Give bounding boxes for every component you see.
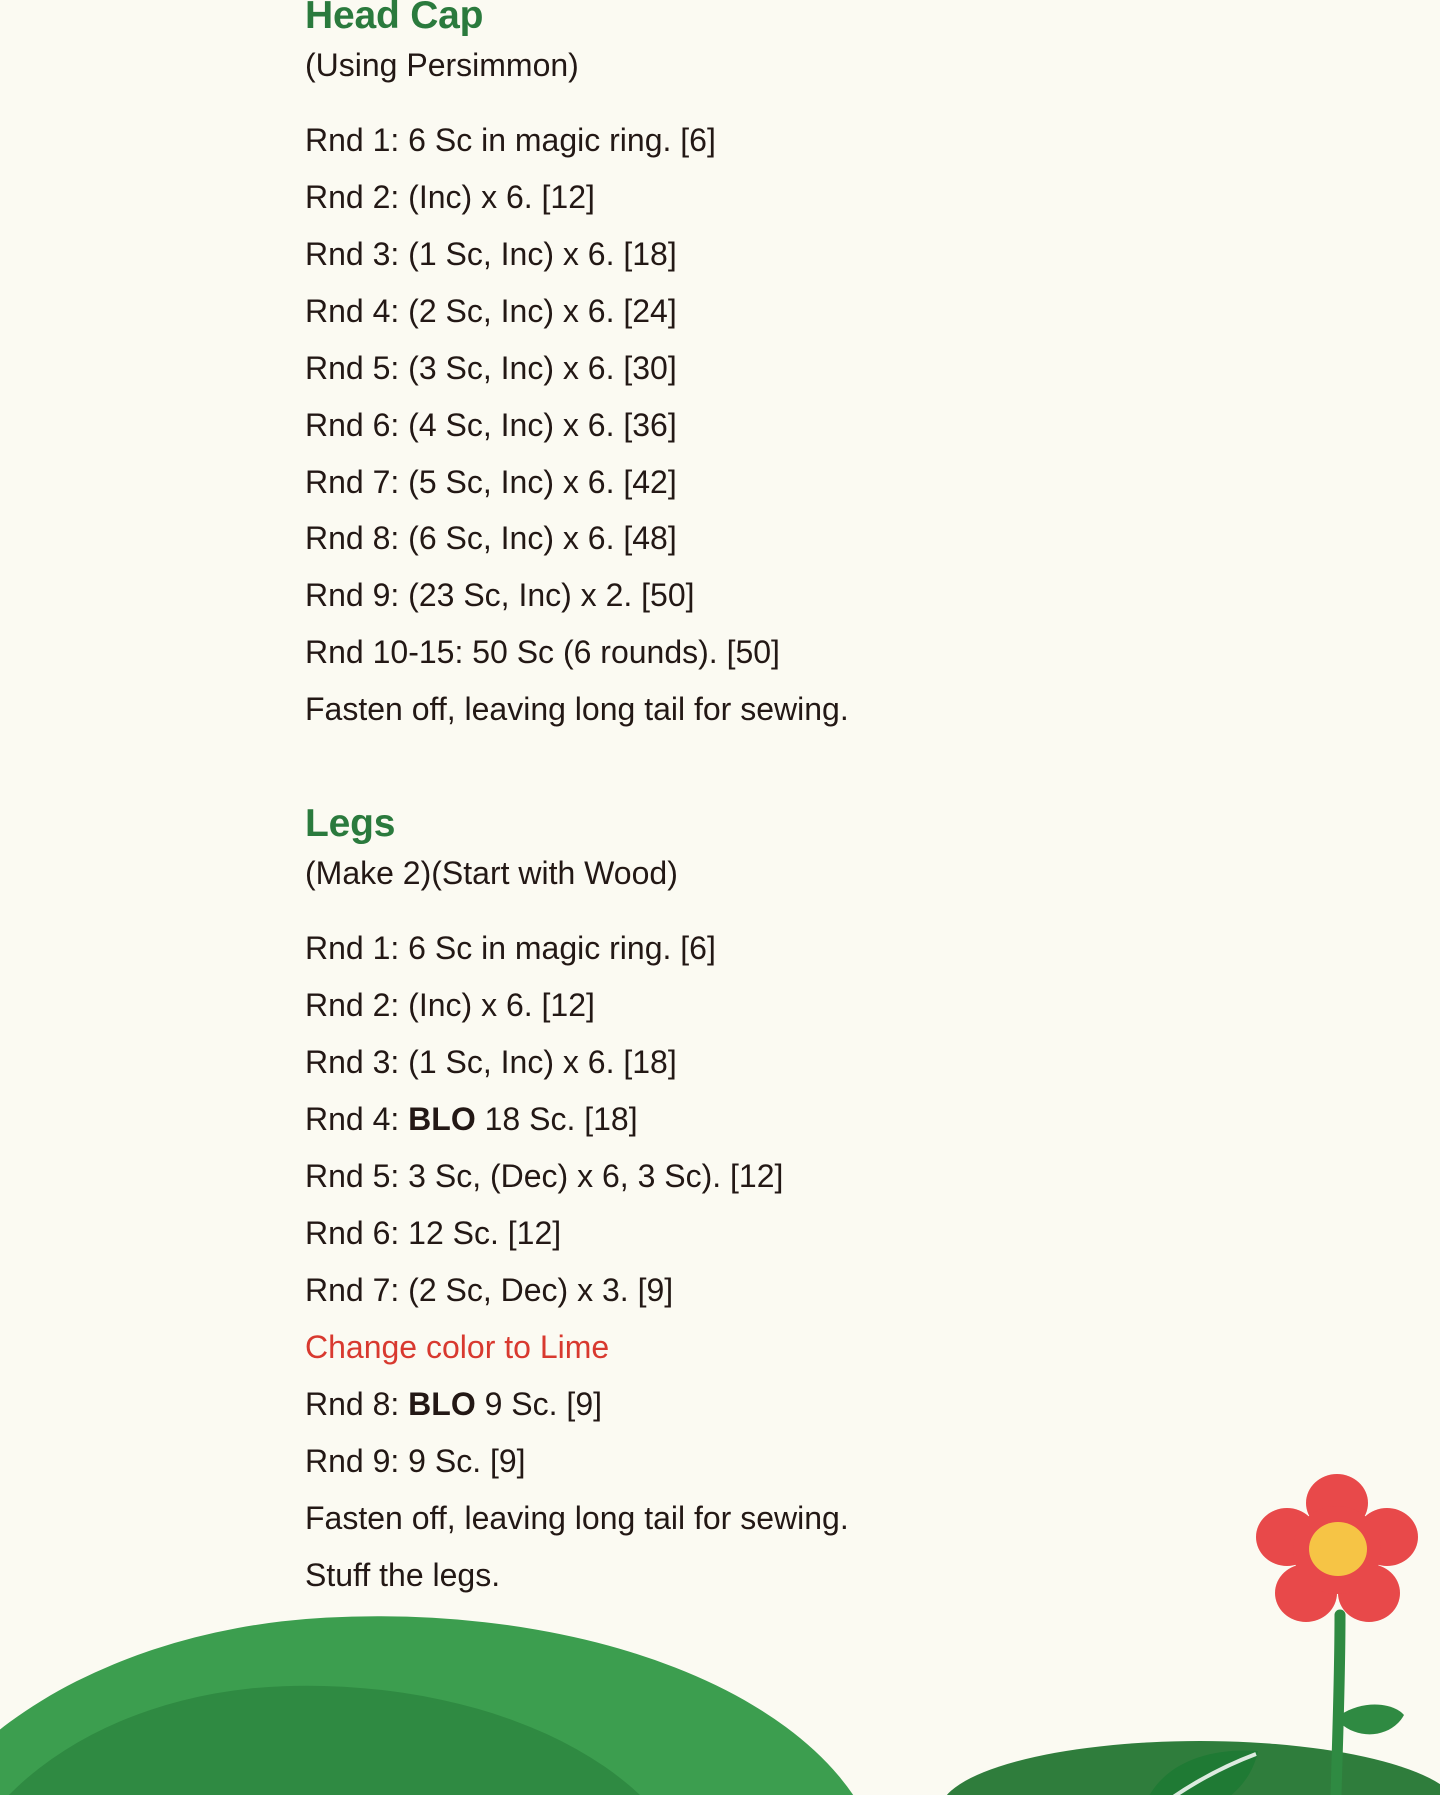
color-change-note: Change color to Lime [305, 1328, 610, 1365]
round-line: Rnd 5: (3 Sc, Inc) x 6. [30] [305, 349, 677, 386]
round-line: Rnd 6: (4 Sc, Inc) x 6. [36] [305, 406, 677, 443]
section-title-legs: Legs [305, 802, 396, 846]
stitch-abbrev-blo: BLO [408, 1100, 476, 1137]
section-subtitle-head-cap: (Using Persimmon) [305, 47, 579, 83]
pattern-content: Head Cap (Using Persimmon) Rnd 1: 6 Sc i… [305, 0, 1305, 1604]
grass-hill-shape-back [0, 1671, 706, 1795]
round-line: Rnd 5: 3 Sc, (Dec) x 6, 3 Sc). [12] [305, 1157, 784, 1194]
round-line-suffix: 9 Sc. [9] [475, 1385, 602, 1422]
section-legs: Legs (Make 2)(Start with Wood) Rnd 1: 6 … [305, 804, 1305, 1603]
round-line: Rnd 7: (5 Sc, Inc) x 6. [42] [305, 463, 677, 500]
round-line: Rnd 3: (1 Sc, Inc) x 6. [18] [305, 235, 677, 272]
round-line: Stuff the legs. [305, 1556, 501, 1593]
grass-hill-shape [0, 1589, 888, 1795]
round-list-legs: Rnd 1: 6 Sc in magic ring. [6] Rnd 2: (In… [305, 920, 1305, 1603]
section-title-head-cap: Head Cap [305, 0, 484, 37]
round-line: Rnd 4: BLO 18 Sc. [18] [305, 1091, 1305, 1148]
round-line: Rnd 1: 6 Sc in magic ring. [6] [305, 121, 716, 158]
round-line: Rnd 1: 6 Sc in magic ring. [6] [305, 930, 716, 967]
leaf-icon [1149, 1750, 1258, 1795]
round-line: Rnd 6: 12 Sc. [12] [305, 1214, 562, 1251]
round-line: Rnd 9: (23 Sc, Inc) x 2. [50] [305, 577, 695, 614]
round-line-prefix: Rnd 8: [305, 1385, 409, 1422]
round-line: Rnd 9: 9 Sc. [9] [305, 1442, 526, 1479]
round-line: Rnd 7: (2 Sc, Dec) x 3. [9] [305, 1271, 674, 1308]
round-line: Rnd 10-15: 50 Sc (6 rounds). [50] [305, 634, 780, 671]
round-line: Rnd 8: BLO 9 Sc. [9] [305, 1376, 1305, 1433]
ground-line-shape [940, 1741, 1440, 1795]
round-line-prefix: Rnd 4: [305, 1100, 409, 1137]
section-subtitle-legs: (Make 2)(Start with Wood) [305, 855, 678, 892]
round-line: Rnd 4: (2 Sc, Inc) x 6. [24] [305, 292, 677, 329]
round-line: Fasten off, leaving long tail for sewing… [305, 691, 849, 728]
round-line: Rnd 2: (Inc) x 6. [12] [305, 987, 595, 1024]
round-line-suffix: 18 Sc. [18] [475, 1100, 638, 1137]
round-line: Rnd 3: (1 Sc, Inc) x 6. [18] [305, 1043, 677, 1080]
round-line: Rnd 2: (Inc) x 6. [12] [305, 178, 595, 215]
round-line: Fasten off, leaving long tail for sewing… [305, 1499, 849, 1536]
round-list-head-cap: Rnd 1: 6 Sc in magic ring. [6] Rnd 2: (In… [305, 112, 1305, 738]
section-head-cap: Head Cap (Using Persimmon) Rnd 1: 6 Sc i… [305, 0, 1305, 738]
round-line: Rnd 8: (6 Sc, Inc) x 6. [48] [305, 520, 677, 557]
pattern-page: Head Cap (Using Persimmon) Rnd 1: 6 Sc i… [0, 0, 1440, 1795]
stitch-abbrev-blo: BLO [408, 1385, 476, 1422]
